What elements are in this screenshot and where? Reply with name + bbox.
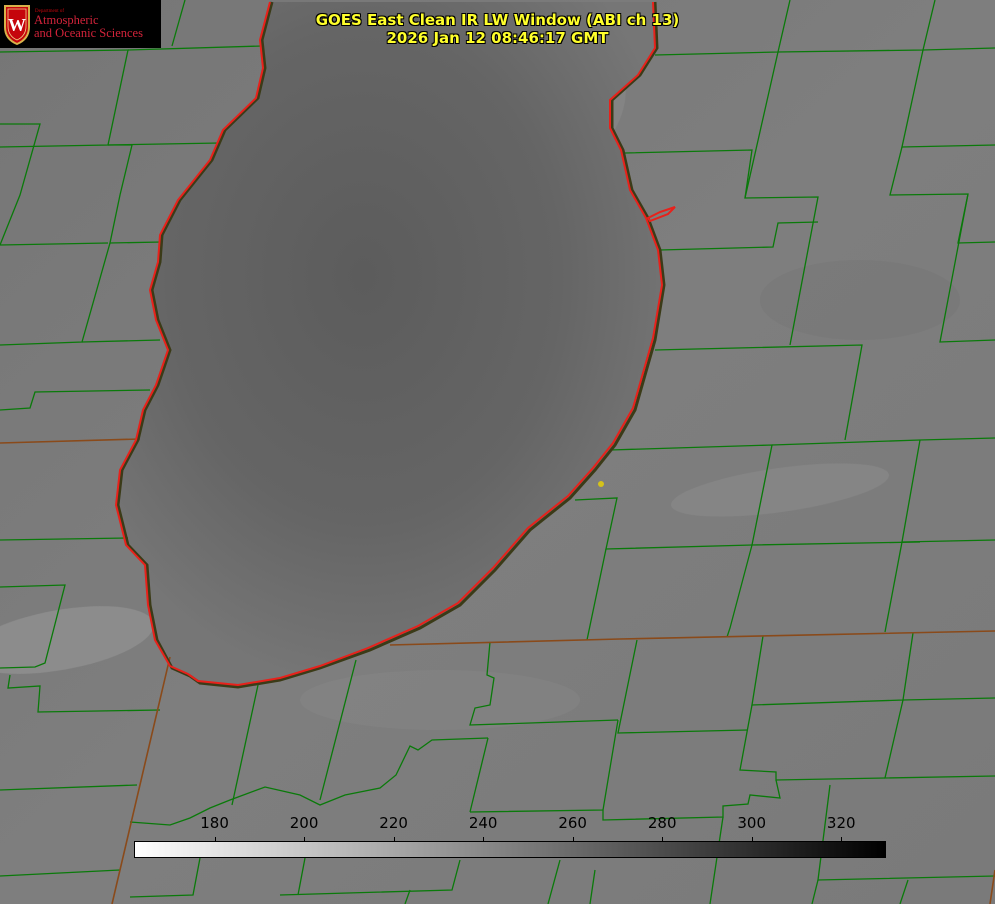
image-title: GOES East Clean IR LW Window (ABI ch 13)… xyxy=(260,11,735,47)
satellite-image-viewer: W Department of Atmospheric and Oceanic … xyxy=(0,0,995,904)
station-marker xyxy=(598,481,604,487)
colorbar-tick-label: 220 xyxy=(379,814,408,832)
title-line-1: GOES East Clean IR LW Window (ABI ch 13) xyxy=(315,11,680,29)
colorbar-tick-mark xyxy=(483,837,484,842)
colorbar-tick-label: 280 xyxy=(647,814,677,832)
colorbar-tick-label: 320 xyxy=(826,814,856,832)
colorbar-tick-label: 200 xyxy=(289,814,319,832)
colorbar-tick-mark xyxy=(304,837,305,842)
colorbar-tick-mark xyxy=(662,837,663,842)
colorbar-tick-label: 180 xyxy=(200,814,229,832)
satellite-map xyxy=(0,0,995,904)
ir-cloud-streak xyxy=(760,260,960,340)
colorbar-tick-mark xyxy=(394,837,395,842)
colorbar-tick-mark xyxy=(573,837,574,842)
uw-crest-icon: W xyxy=(4,5,30,45)
colorbar-gradient xyxy=(134,841,886,858)
colorbar-tick-mark xyxy=(841,837,842,842)
ir-cloud-streak xyxy=(300,670,580,730)
logo-line-2: and Oceanic Sciences xyxy=(34,26,143,40)
colorbar-tick-mark xyxy=(752,837,753,842)
title-line-2: 2026 Jan 12 08:46:17 GMT xyxy=(386,29,609,47)
svg-text:W: W xyxy=(8,15,26,35)
colorbar-tick-label: 240 xyxy=(468,814,498,832)
colorbar-tick-mark xyxy=(215,837,216,842)
colorbar-tick-label: 260 xyxy=(558,814,587,832)
colorbar-tick-label: 300 xyxy=(737,814,767,832)
aos-logo: W Department of Atmospheric and Oceanic … xyxy=(0,0,161,48)
